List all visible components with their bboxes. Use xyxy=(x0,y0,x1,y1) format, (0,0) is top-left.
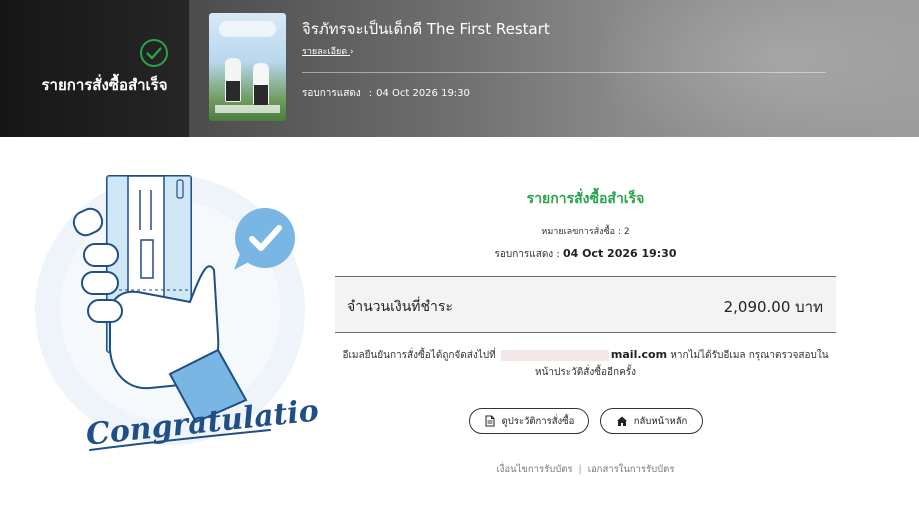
footer-separator: | xyxy=(578,464,582,475)
show-time-summary: รอบการแสดง : 04 Oct 2026 19:30 xyxy=(335,247,836,262)
masked-email-address xyxy=(500,349,609,361)
order-number-label: หมายเลขการสั่งซื้อ : xyxy=(541,227,621,237)
order-status-label: รายการสั่งซื้อสำเร็จ xyxy=(41,76,168,94)
document-icon xyxy=(485,415,495,427)
payment-amount-box: จำนวนเงินที่ชำระ 2,090.00 บาท xyxy=(335,276,836,333)
check-circle-icon xyxy=(140,39,168,67)
email-domain: mail.com xyxy=(610,348,668,361)
success-title: รายการสั่งซื้อสำเร็จ xyxy=(526,191,645,207)
order-number-value: 2 xyxy=(623,227,630,237)
email-message-prefix: อีเมลยืนยันการสั่งซื้อได้ถูกจัดส่งไปที่ xyxy=(342,350,496,361)
payment-amount-value: 2,090.00 บาท xyxy=(723,298,823,316)
order-history-label[interactable]: ดูประวัติการสั่งซื้อ xyxy=(502,414,575,429)
event-detail-label[interactable]: รายละเอียด xyxy=(302,47,347,57)
show-time-summary-value: 04 Oct 2026 19:30 xyxy=(562,247,677,260)
poster-figure-shorts xyxy=(226,81,240,101)
order-history-button[interactable]: ดูประวัติการสั่งซื้อ xyxy=(469,408,589,434)
event-poster xyxy=(209,13,286,121)
email-confirmation-message: อีเมลยืนยันการสั่งซื้อได้ถูกจัดส่งไปที่ … xyxy=(335,346,836,381)
poster-figure-shorts xyxy=(254,85,268,105)
home-icon xyxy=(616,416,627,426)
chevron-right-icon: › xyxy=(350,47,354,57)
ticket-documents-link[interactable]: เอกสารในการรับบัตร xyxy=(588,464,675,475)
poster-logo xyxy=(219,21,276,37)
payment-amount-label: จำนวนเงินที่ชำระ xyxy=(347,299,453,315)
show-time-summary-label: รอบการแสดง : xyxy=(494,249,560,260)
back-home-label[interactable]: กลับหน้าหลัก xyxy=(634,414,688,429)
poster-band xyxy=(215,105,280,113)
banner-background xyxy=(589,0,919,137)
event-detail-link[interactable]: รายละเอียด › xyxy=(302,44,354,58)
show-time-label: รอบการแสดง xyxy=(302,88,361,99)
status-panel: รายการสั่งซื้อสำเร็จ xyxy=(0,0,189,137)
ticket-terms-link[interactable]: เงื่อนไขการรับบัตร xyxy=(497,464,573,475)
footer-links: เงื่อนไขการรับบัตร | เอกสารในการรับบัตร xyxy=(335,462,836,477)
event-title: จิรภัทรจะเป็นเด็กดี The First Restart xyxy=(302,20,550,38)
back-home-button[interactable]: กลับหน้าหลัก xyxy=(600,408,703,434)
order-number-row: หมายเลขการสั่งซื้อ : 2 xyxy=(335,224,836,238)
show-time-value: 04 Oct 2026 19:30 xyxy=(376,88,470,99)
show-time-separator: : xyxy=(368,88,373,99)
header-divider xyxy=(302,72,826,73)
event-banner: จิรภัทรจะเป็นเด็กดี The First Restart รา… xyxy=(189,0,919,137)
congratulations-illustration: Congratulations xyxy=(35,175,320,453)
order-header: รายการสั่งซื้อสำเร็จ จิรภัทรจะเป็นเด็กดี… xyxy=(0,0,919,137)
show-time-row: รอบการแสดง:04 Oct 2026 19:30 xyxy=(302,86,470,101)
